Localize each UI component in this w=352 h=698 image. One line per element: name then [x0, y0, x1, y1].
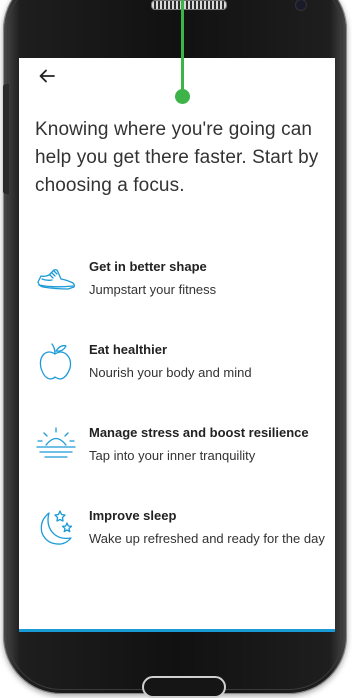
screen-bottom-accent: [19, 629, 335, 632]
phone-side-button: [3, 84, 9, 194]
focus-option-manage-stress[interactable]: Manage stress and boost resilience Tap i…: [35, 424, 335, 474]
callout-pointer-dot: [175, 89, 190, 104]
focus-subtitle: Tap into your inner tranquility: [89, 448, 256, 463]
focus-subtitle: Wake up refreshed and ready for the day: [89, 531, 325, 546]
sunrise-icon: [36, 427, 76, 458]
app-screen: Knowing where you're going can help you …: [19, 58, 335, 632]
focus-title: Manage stress and boost resilience: [89, 425, 309, 440]
intro-text: Knowing where you're going can help you …: [35, 119, 319, 196]
focus-option-better-shape[interactable]: Get in better shape Jumpstart your fitne…: [35, 258, 335, 308]
focus-option-eat-healthier[interactable]: Eat healthier Nourish your body and mind: [35, 341, 335, 391]
focus-option-improve-sleep[interactable]: Improve sleep Wake up refreshed and read…: [35, 507, 335, 557]
moon-stars-icon: [40, 510, 73, 545]
home-button[interactable]: [142, 676, 226, 698]
focus-subtitle: Jumpstart your fitness: [89, 282, 217, 297]
focus-title: Improve sleep: [89, 508, 177, 523]
back-arrow-icon[interactable]: [39, 68, 55, 84]
focus-subtitle: Nourish your body and mind: [89, 365, 252, 380]
sneaker-icon: [37, 269, 75, 290]
focus-title: Eat healthier: [89, 342, 168, 357]
callout-pointer-line: [181, 0, 184, 93]
phone-camera: [295, 0, 307, 11]
focus-title: Get in better shape: [89, 259, 207, 274]
phone-speaker: [151, 0, 227, 10]
apple-icon: [39, 343, 72, 380]
